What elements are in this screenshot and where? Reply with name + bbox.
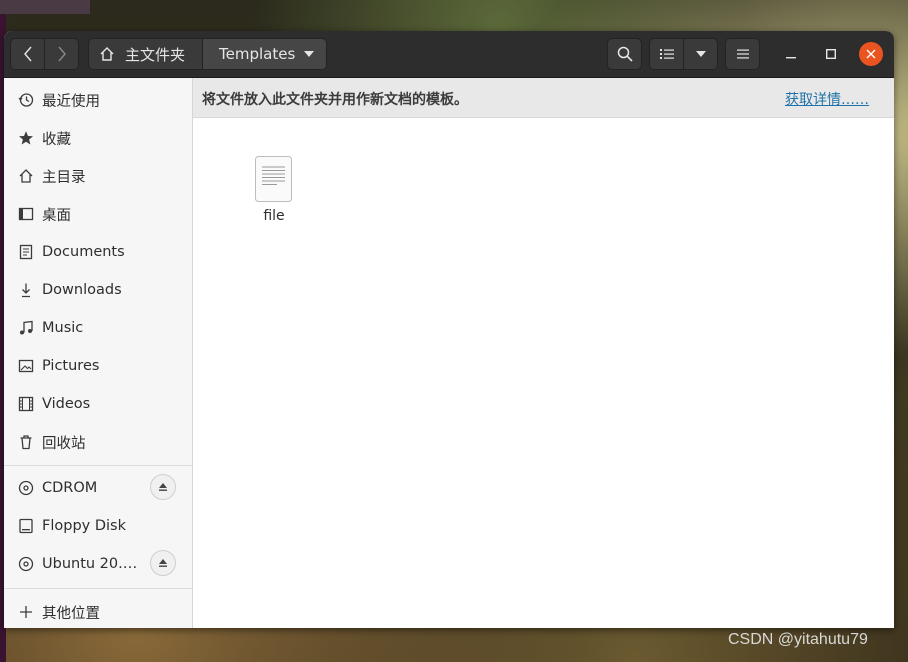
- path-current-label: Templates: [219, 45, 296, 63]
- file-name: file: [263, 208, 285, 224]
- search-icon: [617, 46, 633, 62]
- sidebar-item-label: CDROM: [42, 480, 98, 496]
- chevron-down-icon: [695, 51, 706, 57]
- desktop-panel-tab: [0, 0, 90, 14]
- sidebar-item-desktop[interactable]: 桌面: [4, 195, 192, 233]
- sidebar-item-documents[interactable]: Documents: [4, 233, 192, 271]
- sidebar-item-starred[interactable]: 收藏: [4, 119, 192, 157]
- sidebar: 最近使用 收藏 主目录 桌面 Documents Downloads Music: [4, 78, 193, 628]
- path-bar-home-button[interactable]: 主文件夹: [88, 38, 203, 70]
- home-icon: [100, 47, 114, 61]
- sidebar-item-trash[interactable]: 回收站: [4, 423, 192, 461]
- sidebar-item-label: 主目录: [42, 169, 86, 186]
- sidebar-item-label: Floppy Disk: [42, 518, 126, 534]
- text-file-icon: [255, 156, 292, 202]
- music-icon: [18, 320, 34, 336]
- minimize-icon: [786, 57, 796, 59]
- main-menu-button[interactable]: [725, 38, 760, 70]
- minimize-button[interactable]: [779, 42, 803, 66]
- sidebar-item-videos[interactable]: Videos: [4, 385, 192, 423]
- video-icon: [18, 396, 34, 412]
- chevron-down-icon: [304, 51, 314, 57]
- sidebar-item-label: Videos: [42, 396, 91, 412]
- sidebar-item-label: 最近使用: [42, 93, 100, 110]
- sidebar-item-ubuntu-disc[interactable]: Ubuntu 20.0…: [4, 545, 192, 583]
- path-home-label: 主文件夹: [125, 45, 186, 64]
- sidebar-item-recent[interactable]: 最近使用: [4, 81, 192, 119]
- sidebar-separator: [4, 465, 192, 466]
- info-bar-details-link[interactable]: 获取详情……: [785, 89, 869, 109]
- close-button[interactable]: [859, 42, 883, 66]
- sidebar-item-label: 回收站: [42, 435, 86, 452]
- watermark: CSDN @yitahutu79: [728, 631, 868, 648]
- eject-button[interactable]: [150, 474, 176, 500]
- sidebar-item-music[interactable]: Music: [4, 309, 192, 347]
- info-bar: 将文件放入此文件夹并用作新文档的模板。 获取详情……: [193, 78, 894, 118]
- download-icon: [18, 282, 34, 298]
- file-item[interactable]: file: [243, 156, 305, 226]
- disc-icon: [18, 480, 34, 496]
- sidebar-item-other-locations[interactable]: 其他位置: [4, 593, 192, 628]
- drive-icon: [18, 518, 34, 534]
- close-icon: [866, 49, 876, 59]
- sidebar-item-home[interactable]: 主目录: [4, 157, 192, 195]
- sidebar-item-label: Downloads: [42, 282, 122, 298]
- view-options-button[interactable]: [683, 38, 718, 70]
- maximize-icon: [826, 49, 836, 59]
- clock-icon: [18, 92, 34, 108]
- desktop-icon: [18, 206, 34, 222]
- sidebar-item-downloads[interactable]: Downloads: [4, 271, 192, 309]
- back-button[interactable]: [10, 38, 45, 70]
- headerbar: 主文件夹 Templates: [4, 31, 894, 78]
- picture-icon: [18, 358, 34, 374]
- sidebar-item-cdrom[interactable]: CDROM: [4, 469, 192, 507]
- sidebar-item-label: Documents: [42, 244, 125, 260]
- sidebar-item-label: 收藏: [42, 131, 71, 148]
- disc-icon: [18, 556, 34, 572]
- sidebar-item-label: 其他位置: [42, 605, 100, 622]
- list-view-button[interactable]: [649, 38, 684, 70]
- sidebar-item-label: Pictures: [42, 358, 100, 374]
- maximize-button[interactable]: [819, 42, 843, 66]
- sidebar-separator: [4, 588, 192, 589]
- chevron-right-icon: [57, 46, 66, 62]
- list-view-icon: [659, 49, 674, 59]
- sidebar-item-pictures[interactable]: Pictures: [4, 347, 192, 385]
- home-icon: [18, 168, 34, 184]
- sidebar-item-label: 桌面: [42, 207, 71, 224]
- sidebar-item-label: Music: [42, 320, 84, 336]
- path-bar-current-button[interactable]: Templates: [202, 38, 327, 70]
- eject-icon: [159, 559, 167, 567]
- sidebar-item-label: Ubuntu 20.0…: [42, 556, 142, 572]
- hamburger-icon: [736, 49, 749, 59]
- star-icon: [18, 130, 34, 146]
- file-view[interactable]: 将文件放入此文件夹并用作新文档的模板。 获取详情…… file: [193, 78, 894, 628]
- search-button[interactable]: [607, 38, 642, 70]
- eject-button[interactable]: [150, 550, 176, 576]
- plus-icon: [18, 604, 34, 620]
- trash-icon: [18, 434, 34, 450]
- document-icon: [18, 244, 34, 260]
- info-bar-message: 将文件放入此文件夹并用作新文档的模板。: [202, 92, 468, 108]
- sidebar-item-floppy[interactable]: Floppy Disk: [4, 507, 192, 545]
- eject-icon: [159, 483, 167, 491]
- chevron-left-icon: [23, 46, 32, 62]
- file-manager-window: 主文件夹 Templates 最近使用 收藏 主目录 桌面 Documents …: [4, 31, 894, 628]
- forward-button[interactable]: [44, 38, 79, 70]
